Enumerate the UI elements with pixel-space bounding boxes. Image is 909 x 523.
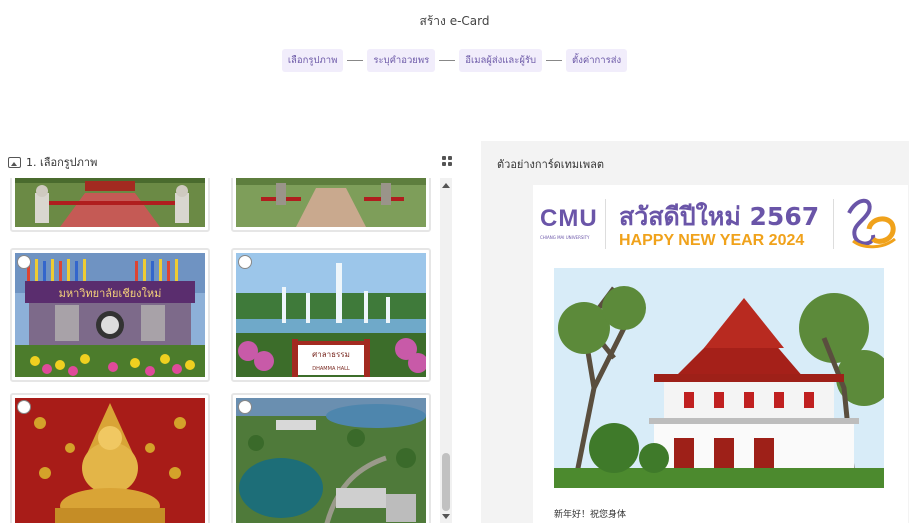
aerial-image: [236, 398, 426, 523]
walkway-image: [236, 178, 426, 227]
anniversary-logo: [847, 198, 896, 249]
banner-divider: [605, 199, 606, 249]
buddha-image: [15, 398, 205, 523]
step-indicator: เลือกรูปภาพ ระบุคำอวยพร อีเมลผู้ส่งและผู…: [0, 49, 909, 72]
greeting-message: 新年好！祝您身体: [554, 510, 627, 520]
image-option-walkway[interactable]: [231, 178, 431, 232]
greeting-thai: สวัสดีปีใหม่ 2567: [619, 202, 820, 231]
scroll-down-arrow[interactable]: [442, 514, 450, 519]
image-radio[interactable]: [238, 400, 252, 414]
image-option-aerial[interactable]: [231, 393, 431, 523]
image-radio[interactable]: [17, 255, 31, 269]
greeting-english: HAPPY NEW YEAR 2024: [619, 232, 805, 249]
ecard-banner: CMU CHIANG MAI UNIVERSITY สวัสดีปีใหม่ 2…: [533, 185, 908, 259]
step-settings[interactable]: ตั้งค่าการส่ง: [566, 49, 628, 72]
fountain-image: ศาลาธรรม DHAMMA HALL: [236, 253, 426, 377]
scroll-thumb[interactable]: [442, 453, 450, 511]
template-preview-panel: ตัวอย่างการ์ดเทมเพลต CMU CHIANG MAI UNIV…: [481, 141, 909, 523]
select-image-header: 1. เลือกรูปภาพ: [8, 150, 454, 174]
image-radio[interactable]: [17, 400, 31, 414]
university-sign-image: มหาวิทยาลัยเชียงใหม่: [15, 253, 205, 377]
page-title: สร้าง e-Card: [419, 14, 490, 28]
dhamma-sign-en: DHAMMA HALL: [312, 366, 350, 372]
ecard-photo: [554, 268, 884, 488]
preview-heading: ตัวอย่างการ์ดเทมเพลต: [497, 158, 604, 171]
scroll-up-arrow[interactable]: [442, 183, 450, 188]
dhamma-sign-th: ศาลาธรรม: [312, 350, 350, 359]
image-option-gate[interactable]: [10, 178, 210, 232]
step-connector: [439, 60, 456, 61]
image-option-university-sign[interactable]: มหาวิทยาลัยเชียงใหม่: [10, 248, 210, 382]
image-gallery: มหาวิทยาลัยเชียงใหม่ ศาลาธรรม DHAMMA HAL…: [0, 178, 453, 523]
gallery-scrollbar[interactable]: [440, 178, 452, 523]
step-email[interactable]: อีเมลผู้ส่งและผู้รับ: [459, 49, 543, 72]
banner-divider: [833, 199, 834, 249]
step-message[interactable]: ระบุคำอวยพร: [367, 49, 436, 72]
image-option-buddha[interactable]: [10, 393, 210, 523]
step-connector: [347, 60, 364, 61]
image-icon: [8, 156, 21, 168]
cmu-logo-subtitle: CHIANG MAI UNIVERSITY: [540, 235, 590, 240]
cmu-logo: CMU: [540, 205, 598, 232]
image-option-fountain[interactable]: ศาลาธรรม DHAMMA HALL: [231, 248, 431, 382]
step-connector: [546, 60, 563, 61]
university-sign-text: มหาวิทยาลัยเชียงใหม่: [59, 287, 162, 300]
gate-image: [15, 178, 205, 227]
step-select-image[interactable]: เลือกรูปภาพ: [281, 49, 344, 72]
select-image-heading: 1. เลือกรูปภาพ: [26, 156, 98, 169]
grid-view-icon[interactable]: [442, 156, 452, 166]
ecard-preview: CMU CHIANG MAI UNIVERSITY สวัสดีปีใหม่ 2…: [533, 185, 908, 523]
image-radio[interactable]: [238, 255, 252, 269]
